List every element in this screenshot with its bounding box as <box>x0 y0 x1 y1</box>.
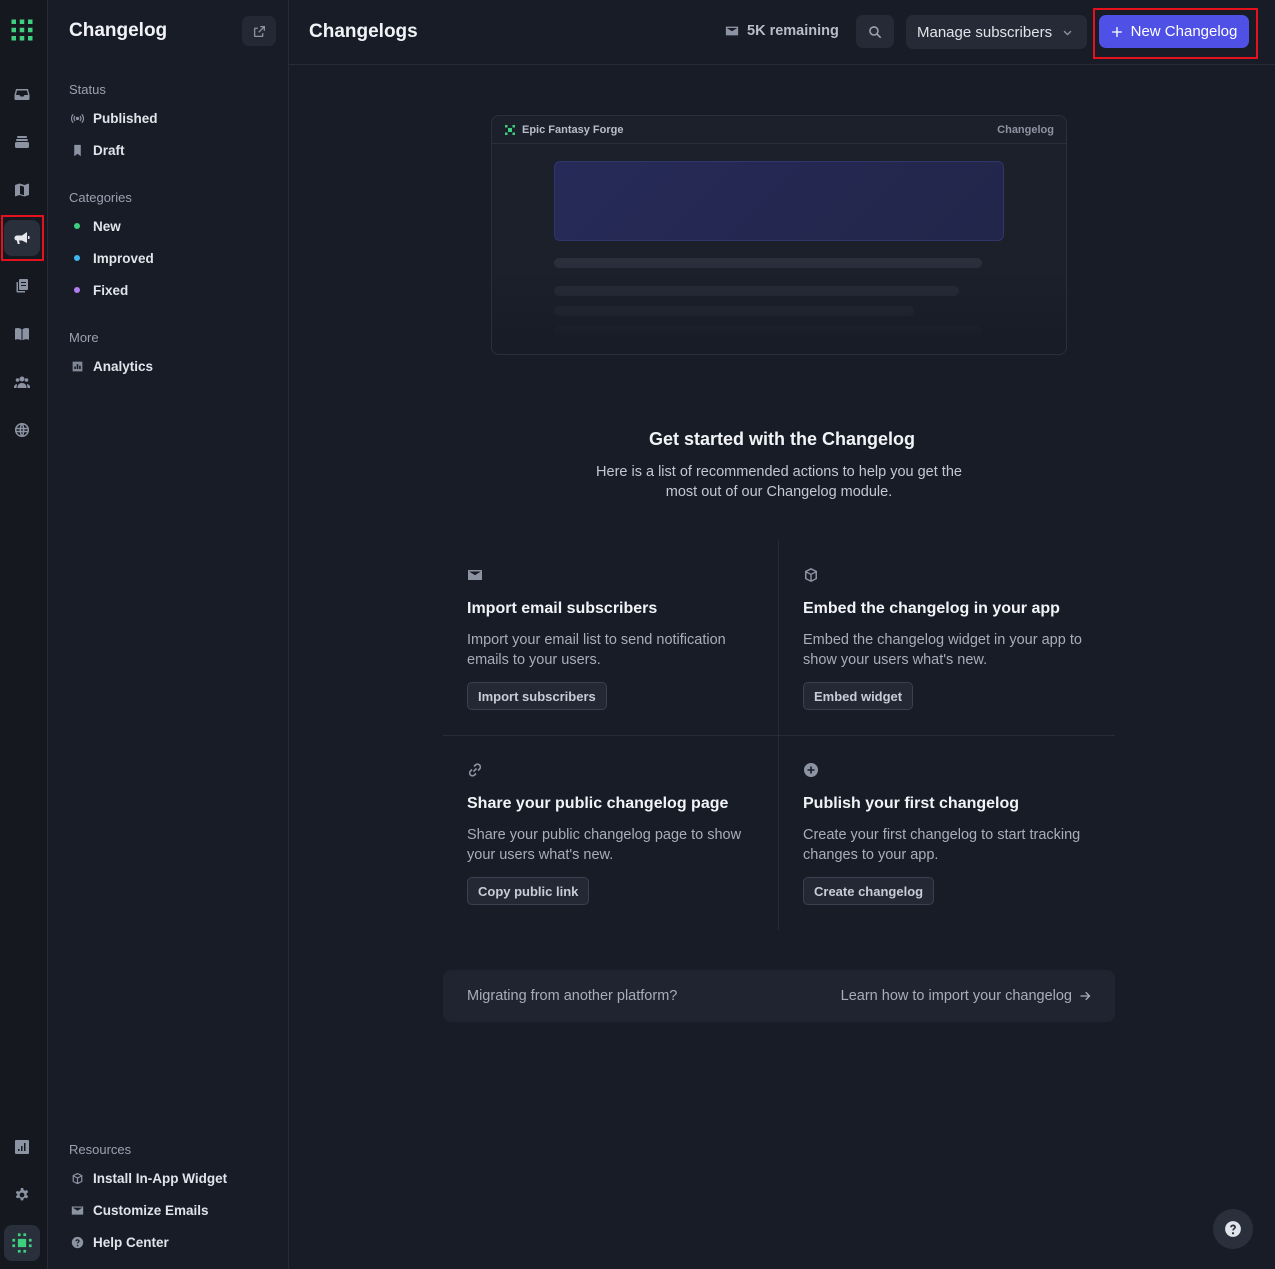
get-started-subtitle: Here is a list of recommended actions to… <box>596 464 962 500</box>
sidebar-item-label: Customize Emails <box>93 1202 209 1218</box>
preview-brand-name: Epic Fantasy Forge <box>522 124 624 136</box>
sidebar-item-label: Improved <box>93 250 154 266</box>
sidebar-item-analytics[interactable]: Analytics <box>69 356 153 376</box>
card-description: Import your email list to send notificat… <box>467 632 726 668</box>
sidebar-item-draft[interactable]: Draft <box>69 140 125 160</box>
sidebar: Changelog Status Published Draft Categor… <box>49 0 289 1269</box>
broadcast-icon <box>69 110 85 126</box>
external-link-icon <box>253 25 265 37</box>
sidebar-item-label: Analytics <box>93 358 154 374</box>
icon-rail <box>0 0 48 1269</box>
sidebar-item-fixed[interactable]: Fixed <box>69 280 128 300</box>
arrow-right-icon <box>1080 991 1091 1001</box>
categories-section-label: Categories <box>69 190 132 205</box>
copy-public-link-button[interactable]: Copy public link <box>467 877 590 905</box>
recommended-actions-grid: Import email subscribers Import your ema… <box>443 540 1115 930</box>
resources-section-label: Resources <box>69 1142 132 1157</box>
sidebar-item-improved[interactable]: Improved <box>69 248 154 268</box>
resource-help-center[interactable]: Help Center <box>69 1232 169 1252</box>
external-link-button[interactable] <box>242 16 276 46</box>
mail-icon <box>725 26 739 36</box>
plus-circle-icon <box>803 763 819 782</box>
sidebar-item-label: New <box>93 218 121 234</box>
top-bar: Changelogs 5K remaining Manage subscribe… <box>289 0 1275 65</box>
cube-icon <box>803 568 819 587</box>
question-icon <box>1225 1221 1241 1237</box>
sidebar-item-label: Fixed <box>93 282 129 298</box>
migrate-banner: Migrating from another platform? Learn h… <box>443 970 1115 1022</box>
workspace-icon[interactable] <box>4 1225 40 1261</box>
get-started-title: Get started with the Changelog <box>648 429 916 449</box>
grid-divider-horizontal <box>443 735 1115 736</box>
sidebar-item-new[interactable]: New <box>69 216 121 236</box>
new-changelog-label: New Changelog <box>1130 23 1238 40</box>
remaining-label: 5K remaining <box>747 23 839 39</box>
preview-brand: Epic Fantasy Forge <box>505 124 623 136</box>
plus-icon <box>1111 26 1122 37</box>
chevron-down-icon <box>1063 30 1072 36</box>
globe-icon[interactable] <box>4 412 40 448</box>
preview-hero-placeholder <box>554 161 1004 241</box>
megaphone-icon[interactable] <box>4 220 40 256</box>
cube-icon <box>69 1170 85 1186</box>
embed-widget-button[interactable]: Embed widget <box>803 682 914 710</box>
import-subscribers-button[interactable]: Import subscribers <box>467 682 607 710</box>
brand-logo-icon <box>505 125 515 135</box>
migrate-link-label: Learn how to import your changelog <box>840 988 1072 1004</box>
settings-icon[interactable] <box>4 1177 40 1213</box>
search-button[interactable] <box>856 15 894 48</box>
changelog-preview-illustration: Epic Fantasy Forge Changelog <box>491 115 1067 355</box>
more-section-label: More <box>69 330 99 345</box>
create-changelog-button[interactable]: Create changelog <box>803 877 935 905</box>
card-description: Share your public changelog page to show… <box>467 827 742 863</box>
category-dot <box>74 255 80 261</box>
roadmap-stack-icon[interactable] <box>4 124 40 160</box>
preview-header-label: Changelog <box>997 124 1054 136</box>
map-icon[interactable] <box>4 172 40 208</box>
link-icon <box>467 763 483 782</box>
category-dot <box>74 287 80 293</box>
card-description: Create your first changelog to start tra… <box>803 827 1081 863</box>
users-icon[interactable] <box>4 364 40 400</box>
bookmark-icon <box>69 142 85 158</box>
sidebar-item-published[interactable]: Published <box>69 108 158 128</box>
card-title: Share your public changelog page <box>467 795 729 812</box>
manage-subscribers-dropdown[interactable]: Manage subscribers <box>906 15 1087 49</box>
card-title: Import email subscribers <box>467 600 658 617</box>
resource-customize-emails[interactable]: Customize Emails <box>69 1200 209 1220</box>
card-title: Publish your first changelog <box>803 795 1020 812</box>
documents-icon[interactable] <box>4 268 40 304</box>
migrate-text: Migrating from another platform? <box>467 988 678 1004</box>
inbox-icon[interactable] <box>4 76 40 112</box>
page-title: Changelogs <box>309 21 418 42</box>
app-logo-icon[interactable] <box>4 12 40 48</box>
mail-icon <box>69 1202 85 1218</box>
resource-install-widget[interactable]: Install In-App Widget <box>69 1168 227 1188</box>
mail-icon <box>467 570 483 587</box>
help-button[interactable] <box>1213 1209 1253 1249</box>
book-icon[interactable] <box>4 316 40 352</box>
sidebar-item-label: Help Center <box>93 1234 169 1250</box>
migrate-link[interactable]: Learn how to import your changelog <box>841 988 1091 1004</box>
preview-fade <box>492 264 1066 354</box>
chart-icon <box>69 358 85 374</box>
sidebar-item-label: Install In-App Widget <box>93 1170 228 1186</box>
card-description: Embed the changelog widget in your app t… <box>803 632 1082 668</box>
new-changelog-button[interactable]: New Changelog <box>1099 15 1249 48</box>
sidebar-item-label: Published <box>93 110 158 126</box>
remaining-indicator: 5K remaining <box>725 23 839 39</box>
analytics-icon[interactable] <box>4 1129 40 1165</box>
search-icon <box>869 25 882 38</box>
card-title: Embed the changelog in your app <box>803 600 1060 617</box>
sidebar-title: Changelog <box>69 20 168 41</box>
preview-header: Epic Fantasy Forge Changelog <box>492 116 1066 144</box>
sidebar-item-label: Draft <box>93 142 125 158</box>
manage-subscribers-label: Manage subscribers <box>917 23 1053 41</box>
status-section-label: Status <box>69 82 106 97</box>
question-icon <box>69 1234 85 1250</box>
category-dot <box>74 223 80 229</box>
main-content: Changelogs 5K remaining Manage subscribe… <box>289 0 1275 1269</box>
